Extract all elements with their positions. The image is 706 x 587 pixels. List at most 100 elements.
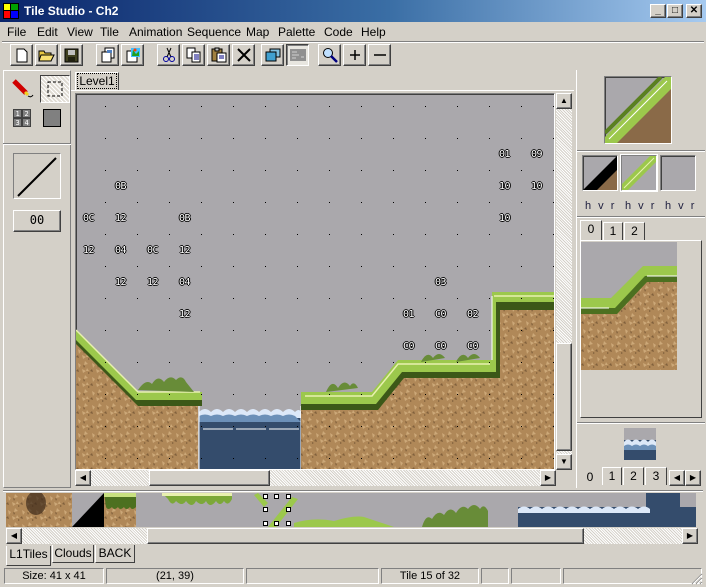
- duplicate-button[interactable]: [96, 44, 119, 66]
- grid-dot: [329, 394, 330, 395]
- svg-text:4: 4: [25, 119, 29, 127]
- menu-edit[interactable]: Edit: [37, 25, 58, 39]
- zoom-button[interactable]: [318, 44, 341, 66]
- menu-animation[interactable]: Animation: [129, 25, 182, 39]
- layer-0-tile[interactable]: [582, 155, 618, 191]
- menu-tile[interactable]: Tile: [100, 25, 119, 39]
- grid-dot: [297, 202, 298, 203]
- scroll-up-button[interactable]: ▲: [556, 93, 572, 109]
- value-button[interactable]: 00: [13, 210, 61, 232]
- selection-handle[interactable]: [263, 494, 268, 499]
- selection-handle[interactable]: [286, 507, 291, 512]
- menu-help[interactable]: Help: [361, 25, 386, 39]
- layer-2-tile[interactable]: [660, 155, 696, 191]
- scroll-left-button[interactable]: ◀: [75, 470, 91, 486]
- tab-clouds[interactable]: Clouds: [52, 545, 94, 563]
- menu-view[interactable]: View: [67, 25, 93, 39]
- grid-dot: [233, 394, 234, 395]
- layer-0-flags[interactable]: h v r: [585, 200, 616, 212]
- copy-button[interactable]: [182, 44, 205, 66]
- line-preview-box[interactable]: [13, 153, 61, 199]
- tilestrip-scroll-left-button[interactable]: ◀: [6, 528, 22, 544]
- tab-scroll-left-button[interactable]: ◀: [669, 470, 685, 486]
- selection-handle[interactable]: [274, 494, 279, 499]
- new-button[interactable]: [10, 44, 33, 66]
- tab-scroll-right-button[interactable]: ▶: [685, 470, 701, 486]
- tilestrip-scroll-right-button[interactable]: ▶: [682, 528, 698, 544]
- tilestrip-scroll-thumb[interactable]: [147, 528, 584, 544]
- scroll-right-button[interactable]: ▶: [540, 470, 556, 486]
- grid-dot: [329, 106, 330, 107]
- tab-layer-0[interactable]: 0: [580, 220, 602, 240]
- grid-dot: [393, 266, 394, 267]
- map-horizontal-scrollbar[interactable]: ◀ ▶: [75, 470, 556, 486]
- grid-dot: [489, 202, 490, 203]
- layers-icon: [265, 48, 280, 62]
- zoom-out-button[interactable]: [368, 44, 391, 66]
- grid-dot: [329, 298, 330, 299]
- vertical-scroll-thumb[interactable]: [556, 343, 572, 451]
- cut-button[interactable]: [157, 44, 180, 66]
- tab-pattern-2[interactable]: 2: [623, 467, 644, 485]
- tab-back[interactable]: BACK: [95, 545, 135, 563]
- layer-1-flags[interactable]: h v r: [625, 200, 656, 212]
- tab-layer-1[interactable]: 1: [603, 222, 623, 240]
- tab-pattern-0[interactable]: 0: [579, 469, 601, 488]
- select-tool-button[interactable]: [40, 75, 70, 103]
- paste-button[interactable]: [207, 44, 230, 66]
- grid-dot: [521, 266, 522, 267]
- color-swatch-icon[interactable]: [43, 109, 61, 127]
- grid-dot: [425, 362, 426, 363]
- menu-map[interactable]: Map: [246, 25, 269, 39]
- tab-l1tiles[interactable]: L1Tiles: [6, 546, 51, 566]
- tab-layer-2[interactable]: 2: [624, 222, 645, 240]
- layer-2-flags[interactable]: h v r: [665, 200, 696, 212]
- tile-strip-scrollbar[interactable]: ◀ ▶: [6, 528, 698, 544]
- bounds-label: 10: [531, 181, 543, 192]
- selection-handle[interactable]: [286, 494, 291, 499]
- resize-grip-icon[interactable]: [690, 572, 703, 585]
- map-view-button[interactable]: [286, 44, 309, 66]
- map-vertical-scrollbar[interactable]: ▲ ▼: [556, 93, 572, 470]
- minimize-button[interactable]: _: [650, 4, 666, 18]
- layers-button[interactable]: [261, 44, 284, 66]
- pencil-icon[interactable]: [12, 79, 34, 101]
- selection-handle[interactable]: [263, 507, 268, 512]
- menu-sequence[interactable]: Sequence: [187, 25, 241, 39]
- selected-tile-marker[interactable]: [263, 494, 291, 526]
- layer-1-tile[interactable]: [621, 155, 657, 191]
- import-button[interactable]: [121, 44, 144, 66]
- grid-dot: [361, 234, 362, 235]
- grid-dot: [169, 362, 170, 363]
- tab-pattern-1[interactable]: 1: [602, 467, 622, 485]
- grid-dot: [425, 138, 426, 139]
- horizontal-scroll-thumb[interactable]: [149, 470, 270, 486]
- tile-strip[interactable]: [6, 493, 696, 527]
- menu-code[interactable]: Code: [324, 25, 353, 39]
- tile-numbers-icon[interactable]: 1 23 4: [13, 109, 31, 127]
- menu-palette[interactable]: Palette: [278, 25, 315, 39]
- maximize-button[interactable]: □: [667, 4, 683, 18]
- delete-button[interactable]: [232, 44, 255, 66]
- selection-handle[interactable]: [286, 521, 291, 526]
- selection-handle[interactable]: [274, 521, 279, 526]
- map-canvas[interactable]: 01 09 0B 10 10 0C 12 0B 10 12 04 0C 12 12 12 04 03 12 01 C0…: [75, 93, 555, 470]
- grid-dot: [233, 106, 234, 107]
- grid-dot: [425, 330, 426, 331]
- grid-dot: [361, 202, 362, 203]
- menu-file[interactable]: File: [7, 25, 26, 39]
- grid-dot: [265, 394, 266, 395]
- close-button[interactable]: ✕: [686, 4, 702, 18]
- scroll-down-button[interactable]: ▼: [556, 454, 572, 470]
- zoom-in-button[interactable]: [343, 44, 366, 66]
- grid-dot: [521, 106, 522, 107]
- tab-pattern-3[interactable]: 3: [645, 467, 667, 485]
- grid-dot: [361, 266, 362, 267]
- grid-dot: [169, 394, 170, 395]
- tab-level1[interactable]: Level1: [75, 72, 119, 91]
- selection-handle[interactable]: [263, 521, 268, 526]
- save-button[interactable]: [60, 44, 83, 66]
- grid-dot: [553, 426, 554, 427]
- bounds-label: 0C: [147, 245, 159, 256]
- open-button[interactable]: [35, 44, 58, 66]
